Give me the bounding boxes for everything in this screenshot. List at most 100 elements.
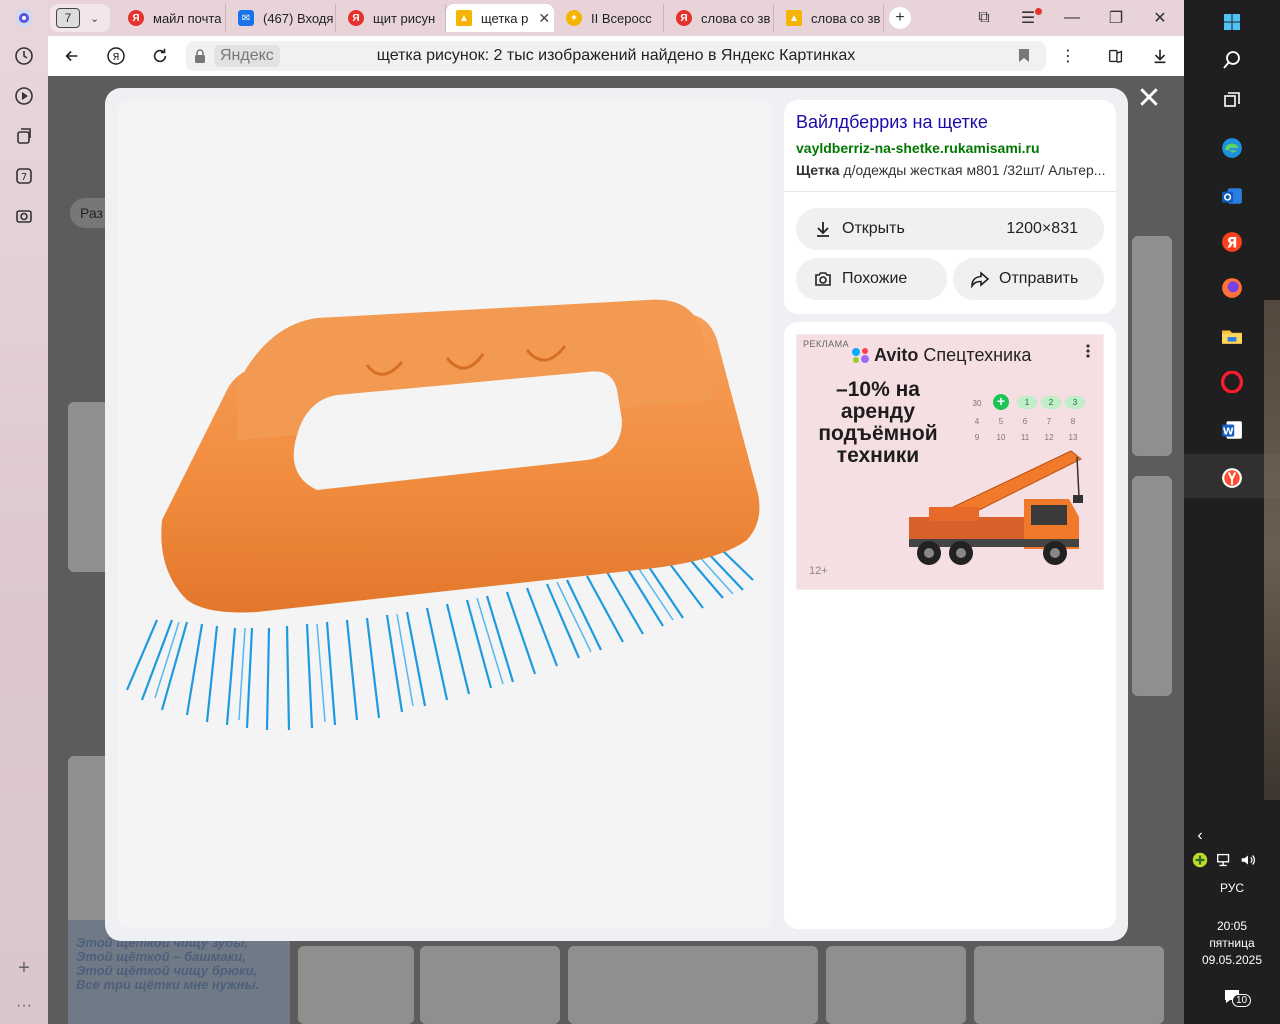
chevron-down-icon: ⌄: [90, 12, 100, 25]
close-tab-icon[interactable]: ✕: [538, 10, 550, 27]
reload-button[interactable]: [148, 44, 172, 68]
ad-menu-icon[interactable]: [1083, 343, 1093, 359]
share-button[interactable]: Отправить: [953, 258, 1104, 300]
calendar-day: 1: [1017, 396, 1037, 409]
notification-count: 10: [1232, 994, 1252, 1007]
avito-logo: Avito Спецтехника: [851, 345, 1031, 366]
calendar-day: 30: [972, 399, 982, 408]
svg-text:Я: Я: [1226, 236, 1237, 252]
collections-tab-icon[interactable]: ⧉: [972, 8, 996, 28]
page-title: щетка рисунок: 2 тыс изображений найдено…: [376, 47, 856, 64]
volume-icon[interactable]: [1236, 848, 1260, 872]
windows-start-icon[interactable]: [1220, 10, 1244, 34]
menu-icon[interactable]: ☰: [1016, 8, 1042, 28]
image-preview[interactable]: [117, 100, 772, 929]
svg-text:Я: Я: [113, 52, 120, 63]
opera-icon[interactable]: [1220, 370, 1244, 394]
download-icon: [812, 218, 834, 240]
calendar-day: 7: [1046, 417, 1052, 426]
more-vertical-icon[interactable]: ⋮: [1056, 44, 1080, 68]
minimize-button[interactable]: —: [1060, 8, 1084, 28]
collections-icon[interactable]: [12, 124, 36, 148]
result-thumbnail[interactable]: [826, 946, 966, 1024]
result-thumbnail[interactable]: [420, 946, 560, 1024]
close-icon: [1140, 88, 1158, 106]
avito-dots-icon: [852, 347, 869, 363]
clock-date: 09.05.2025: [1201, 953, 1263, 967]
language-indicator[interactable]: РУС: [1184, 881, 1280, 895]
image-size: 1200×831: [1006, 220, 1078, 237]
yandex-icon: Я: [348, 10, 364, 26]
close-viewer-button[interactable]: [1136, 84, 1162, 110]
play-icon[interactable]: [12, 84, 36, 108]
new-tab-button[interactable]: +: [889, 7, 911, 29]
downloads-icon[interactable]: [1148, 44, 1172, 68]
result-thumbnail[interactable]: [1132, 476, 1172, 696]
source-description: Щетка д/одежды жесткая м801 /32шт/ Альте…: [796, 162, 1106, 178]
tab-all-russian[interactable]: ✦ II Всеросс: [556, 4, 664, 32]
poem-line: Этой щёткой – башмаки,: [76, 949, 246, 964]
tab-mail-search[interactable]: Я майл почта: [118, 4, 226, 32]
result-thumbnail[interactable]: [1132, 236, 1172, 456]
notifications-icon[interactable]: 10: [1220, 984, 1252, 1008]
tabs-count-icon[interactable]: 7: [12, 164, 36, 188]
source-title-link[interactable]: Вайлдберриз на щетке: [796, 112, 988, 133]
more-icon[interactable]: ···: [12, 994, 36, 1018]
clock-day: пятница: [1209, 936, 1255, 950]
file-explorer-icon[interactable]: [1220, 324, 1244, 348]
crane-truck-icon: [909, 450, 1083, 565]
tab-words-sound[interactable]: Я слова со зв: [666, 4, 774, 32]
ad-label: РЕКЛАМА: [803, 339, 850, 349]
word-icon[interactable]: W: [1220, 418, 1244, 442]
avito-ad-banner[interactable]: РЕКЛАМА Avito Спецтехника –10% на аренду…: [796, 334, 1104, 590]
tab-group-button[interactable]: 7 ⌄: [50, 4, 110, 32]
yandex-home-icon[interactable]: Я: [104, 44, 128, 68]
chevron-left-icon[interactable]: ‹: [1188, 824, 1212, 848]
calendar-day: 3: [1065, 396, 1085, 409]
share-label: Отправить: [999, 270, 1079, 287]
close-window-button[interactable]: ✕: [1148, 8, 1172, 28]
ad-brand-suffix: Спецтехника: [923, 345, 1032, 365]
search-icon[interactable]: [1220, 48, 1244, 72]
calendar-day: 2: [1041, 396, 1061, 409]
network-icon[interactable]: [1212, 848, 1236, 872]
source-domain-link[interactable]: vayldberriz-na-shetke.rukamisami.ru: [796, 140, 1040, 156]
description-bold: Щетка: [796, 162, 840, 178]
yandex-app-icon[interactable]: Я: [1220, 230, 1244, 254]
result-thumbnail[interactable]: [974, 946, 1164, 1024]
clock-time[interactable]: 20:05: [1184, 919, 1280, 933]
result-thumbnail[interactable]: [298, 946, 414, 1024]
tab-brush-drawing[interactable]: ▲ щетка р ✕: [446, 4, 554, 32]
outlook-icon[interactable]: [1220, 184, 1244, 208]
similar-button[interactable]: Похожие: [796, 258, 947, 300]
history-icon[interactable]: [12, 44, 36, 68]
firefox-icon[interactable]: [1220, 276, 1244, 300]
poem-line: Все три щётки мне нужны.: [76, 977, 260, 992]
reader-icon[interactable]: [1104, 44, 1128, 68]
camera-search-icon: [812, 268, 834, 290]
open-button[interactable]: Открыть 1200×831: [796, 208, 1104, 250]
restore-button[interactable]: ❐: [1104, 8, 1128, 28]
tab-inbox[interactable]: ✉ (467) Входя: [228, 4, 336, 32]
screenshot-icon[interactable]: [12, 204, 36, 228]
back-button[interactable]: [60, 44, 84, 68]
svg-text:7: 7: [21, 172, 27, 183]
source-info-card: Вайлдберриз на щетке vayldberriz-na-shet…: [784, 100, 1116, 314]
tab-label: слова со зв: [701, 10, 771, 26]
calendar-day: 4: [974, 417, 980, 426]
result-thumbnail[interactable]: [568, 946, 818, 1024]
bookmark-icon[interactable]: [1018, 48, 1030, 63]
desktop-edge: [1264, 300, 1280, 800]
calendar-plus-icon: +: [993, 394, 1009, 410]
tab-words-sound-images[interactable]: ▲ слова со зв: [776, 4, 884, 32]
image-viewer-modal: Вайлдберриз на щетке vayldberriz-na-shet…: [105, 88, 1128, 941]
yandex-icon: Я: [128, 10, 144, 26]
tab-count: 7: [56, 8, 80, 28]
task-view-icon[interactable]: [1220, 88, 1244, 112]
tab-shield-drawing[interactable]: Я щит рисун: [338, 4, 446, 32]
address-bar[interactable]: Яндекс щетка рисунок: 2 тыс изображений …: [186, 41, 1046, 71]
add-panel-icon[interactable]: +: [12, 956, 36, 980]
status-tray-icon[interactable]: [1188, 848, 1212, 872]
alice-icon[interactable]: [12, 6, 36, 30]
edge-icon[interactable]: [1220, 136, 1244, 160]
